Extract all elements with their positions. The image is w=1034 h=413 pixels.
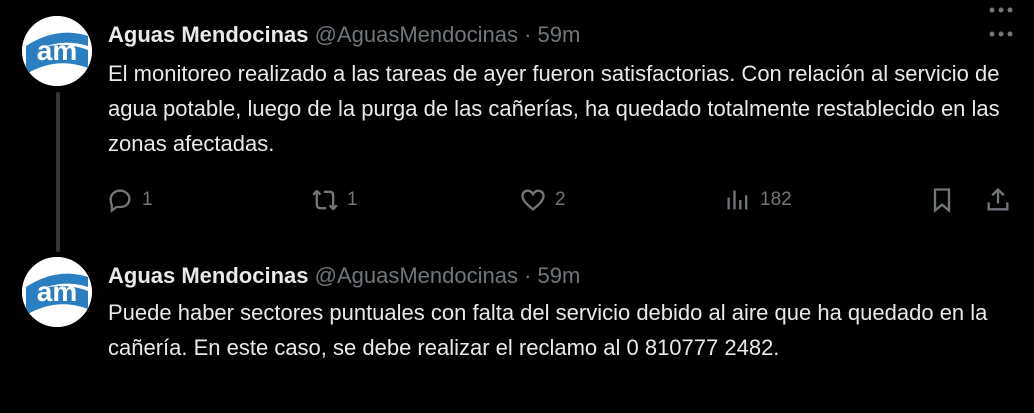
share-icon <box>987 187 1009 211</box>
tweet-header: Aguas Mendocinas @AguasMendocinas · 59m <box>108 20 580 50</box>
views-button[interactable]: 182 <box>724 180 792 220</box>
like-count: 2 <box>555 189 566 210</box>
avatar-logo: am <box>22 257 92 327</box>
tweet-text: El monitoreo realizado a las tareas de a… <box>108 61 1000 156</box>
bookmark-icon <box>933 188 951 213</box>
tweet-text: Puede haber sectores puntuales con falta… <box>108 300 988 360</box>
timestamp[interactable]: 59m <box>538 263 581 288</box>
share-button[interactable] <box>984 180 1012 220</box>
separator-dot: · <box>524 263 532 288</box>
reply-count: 1 <box>142 189 153 210</box>
views-count: 182 <box>760 189 792 210</box>
reply-icon <box>109 189 131 213</box>
tweet[interactable]: am Aguas Mendocinas @AguasMendocinas · 5… <box>0 0 1034 237</box>
timestamp[interactable]: 59m <box>538 22 581 47</box>
tweet-header: Aguas Mendocinas @AguasMendocinas · 59m <box>108 261 580 291</box>
author-name[interactable]: Aguas Mendocinas <box>108 263 308 288</box>
avatar[interactable]: am <box>22 16 92 86</box>
more-button[interactable] <box>986 24 1016 44</box>
author-handle[interactable]: @AguasMendocinas <box>315 263 518 288</box>
more-button[interactable] <box>986 0 1016 20</box>
bookmark-button[interactable] <box>928 180 956 220</box>
more-icon <box>989 7 1013 13</box>
like-icon <box>521 189 545 211</box>
author-handle[interactable]: @AguasMendocinas <box>315 22 518 47</box>
retweet-button[interactable]: 1 <box>311 180 358 220</box>
like-button[interactable]: 2 <box>519 180 566 220</box>
avatar-text: am <box>37 276 77 307</box>
avatar[interactable]: am <box>22 257 92 327</box>
action-bar: 1 1 2 182 <box>0 180 1034 220</box>
avatar-text: am <box>37 35 77 66</box>
reply-button[interactable]: 1 <box>106 180 153 220</box>
views-icon <box>727 190 748 210</box>
retweet-icon <box>312 189 338 211</box>
author-name[interactable]: Aguas Mendocinas <box>108 22 308 47</box>
more-icon <box>989 31 1013 37</box>
tweet[interactable]: am Aguas Mendocinas @AguasMendocinas · 5… <box>0 237 1034 413</box>
separator-dot: · <box>524 22 532 47</box>
avatar-logo: am <box>22 16 92 86</box>
retweet-count: 1 <box>347 189 358 210</box>
